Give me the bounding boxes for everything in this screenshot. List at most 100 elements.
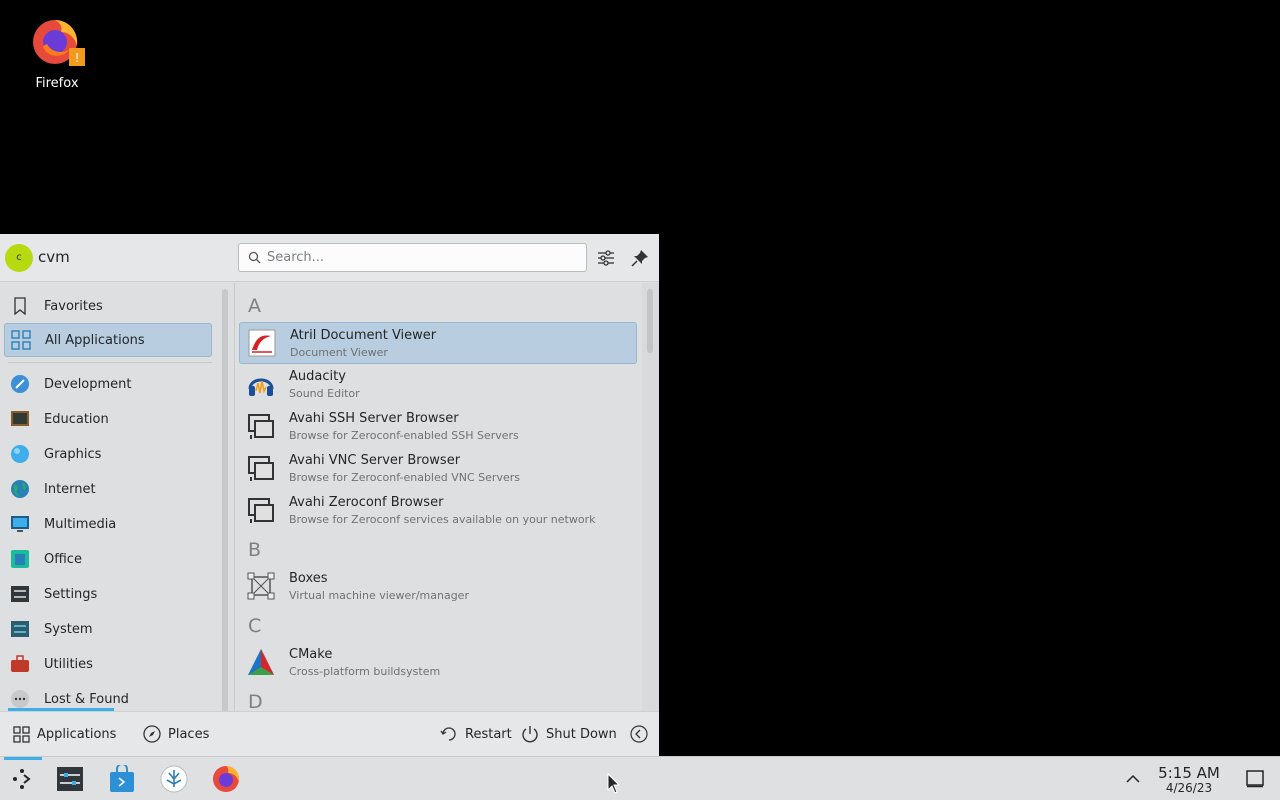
sidebar-item-label: All Applications <box>45 332 145 348</box>
app-description: Virtual machine viewer/manager <box>289 589 469 602</box>
desktop-icon-firefox[interactable]: ! Firefox <box>14 8 100 91</box>
sidebar-item-label: Office <box>44 551 82 567</box>
sidebar-item-graphics[interactable]: Graphics <box>4 437 212 471</box>
app-description: Sound Editor <box>289 387 360 400</box>
boxes-icon <box>247 572 275 600</box>
search-box[interactable] <box>238 243 587 272</box>
show-desktop-button[interactable] <box>1240 764 1270 794</box>
sidebar-item-label: Settings <box>44 586 98 602</box>
taskbar-discover[interactable] <box>107 764 137 794</box>
restart-icon <box>440 725 458 743</box>
configure-button[interactable] <box>594 246 618 270</box>
sidebar-item-label: Multimedia <box>44 516 117 532</box>
digital-clock[interactable]: 5:15 AM 4/26/23 <box>1150 765 1228 795</box>
system-settings-icon <box>57 767 83 791</box>
settings-icon <box>10 584 30 604</box>
sidebar-item-utilities[interactable]: Utilities <box>4 647 212 681</box>
app-item-avahi-vnc[interactable]: Avahi VNC Server Browser Browse for Zero… <box>239 448 637 490</box>
application-list-scrollbar[interactable] <box>647 289 653 353</box>
network-computer-icon <box>248 498 274 523</box>
cmake-icon <box>248 649 274 675</box>
applications-tab[interactable]: Applications <box>12 722 116 746</box>
multimedia-icon <box>10 514 30 534</box>
power-icon <box>521 725 539 743</box>
network-computer-icon <box>248 456 274 481</box>
app-name: Boxes <box>289 571 328 586</box>
shutdown-label: Shut Down <box>546 726 617 742</box>
audacity-icon <box>248 378 274 396</box>
sidebar-item-education[interactable]: Education <box>4 402 212 436</box>
app-name: Avahi VNC Server Browser <box>289 453 461 468</box>
app-item-boxes[interactable]: Boxes Virtual machine viewer/manager <box>239 566 637 608</box>
app-name: Avahi Zeroconf Browser <box>289 495 444 510</box>
taskbar: 5:15 AM 4/26/23 <box>0 756 1280 800</box>
application-launcher: c cvm Favorites All Applications Develop… <box>0 234 659 756</box>
sidebar-item-system[interactable]: System <box>4 612 212 646</box>
sidebar-separator <box>8 362 212 363</box>
sidebar-item-internet[interactable]: Internet <box>4 472 212 506</box>
app-name: Atril Document Viewer <box>290 328 437 343</box>
launcher-footer: Applications Places Restart Shut Down <box>0 711 659 756</box>
tray-expand-icon <box>1126 774 1140 783</box>
section-letter: C <box>248 615 262 637</box>
sidebar-item-label: Lost & Found <box>44 691 129 707</box>
firefox-icon: ! <box>27 8 87 68</box>
app-name: Avahi SSH Server Browser <box>289 411 459 426</box>
taskbar-firefox[interactable] <box>211 764 241 794</box>
atril-icon <box>248 329 276 357</box>
app-item-avahi-ssh[interactable]: Avahi SSH Server Browser Browse for Zero… <box>239 406 637 448</box>
shutdown-button[interactable]: Shut Down <box>521 722 617 746</box>
grid-icon <box>12 725 30 743</box>
app-description: Browse for Zeroconf-enabled VNC Servers <box>289 471 520 484</box>
sidebar-item-label: Utilities <box>44 656 93 672</box>
firefox-icon <box>213 766 240 792</box>
sidebar-item-label: Favorites <box>44 298 103 314</box>
app-description: Browse for Zeroconf-enabled SSH Servers <box>289 429 519 442</box>
restart-button[interactable]: Restart <box>440 722 512 746</box>
sidebar-item-label: Internet <box>44 481 96 497</box>
sidebar-item-all-applications[interactable]: All Applications <box>4 323 212 357</box>
compass-icon <box>143 725 161 743</box>
sidebar-item-development[interactable]: Development <box>4 367 212 401</box>
app-item-cmake[interactable]: CMake Cross-platform buildsystem <box>239 642 637 684</box>
pin-icon <box>631 250 648 267</box>
places-tab[interactable]: Places <box>143 722 209 746</box>
applications-tab-label: Applications <box>37 726 117 742</box>
pin-button[interactable] <box>628 246 652 270</box>
tray-expand-button[interactable] <box>1118 764 1148 794</box>
sidebar-item-label: Development <box>44 376 132 392</box>
app-launcher-button[interactable] <box>7 764 37 794</box>
avatar[interactable]: c <box>5 244 33 272</box>
search-icon <box>248 251 261 264</box>
sidebar-item-lost-found[interactable]: Lost & Found <box>4 682 212 711</box>
app-item-avahi-zeroconf[interactable]: Avahi Zeroconf Browser Browse for Zeroco… <box>239 490 637 532</box>
section-letter: D <box>248 691 263 711</box>
internet-icon <box>10 479 30 499</box>
launcher-active-indicator <box>4 757 42 760</box>
mouse-cursor-icon <box>607 773 621 794</box>
education-icon <box>10 409 30 429</box>
app-item-atril[interactable]: Atril Document Viewer Document Viewer <box>239 322 637 364</box>
section-letter: B <box>248 539 262 561</box>
sidebar-item-favorites[interactable]: Favorites <box>4 289 212 323</box>
taskbar-plasma[interactable] <box>159 764 189 794</box>
launcher-header: c cvm <box>0 234 659 282</box>
search-input[interactable] <box>267 244 567 271</box>
bookmark-icon <box>10 296 30 316</box>
username: cvm <box>38 248 70 266</box>
office-icon <box>10 549 30 569</box>
sidebar-item-multimedia[interactable]: Multimedia <box>4 507 212 541</box>
sidebar-item-label: Graphics <box>44 446 102 462</box>
more-icon <box>10 689 30 709</box>
sidebar-item-settings[interactable]: Settings <box>4 577 212 611</box>
desktop-icon-label: Firefox <box>35 76 79 91</box>
taskbar-system-settings[interactable] <box>55 764 85 794</box>
clock-time: 5:15 AM <box>1158 764 1220 782</box>
plasma-icon <box>160 765 188 793</box>
app-description: Document Viewer <box>290 346 388 359</box>
sidebar-scrollbar[interactable] <box>222 289 228 713</box>
sidebar-item-office[interactable]: Office <box>4 542 212 576</box>
configure-icon <box>598 250 614 266</box>
more-leave-options-button[interactable] <box>630 722 655 746</box>
app-item-audacity[interactable]: Audacity Sound Editor <box>239 364 637 406</box>
